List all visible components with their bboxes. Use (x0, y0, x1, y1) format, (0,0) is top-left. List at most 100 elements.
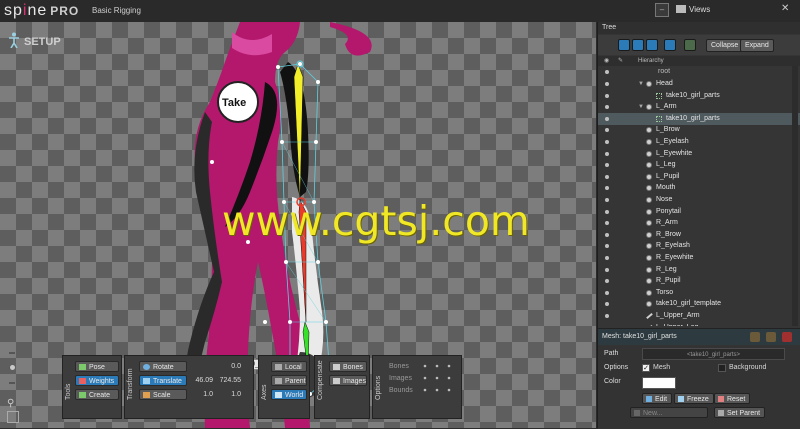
tree-row-bone[interactable]: ▼Head (598, 78, 800, 90)
scale-y-value[interactable]: 1.0 (221, 391, 241, 398)
show-bones-icon[interactable] (618, 39, 630, 51)
parent-axes-button[interactable]: Parent (271, 375, 307, 386)
tree-row-bone[interactable]: R_Brow (598, 229, 800, 241)
path-field[interactable]: <take10_girl_parts> (642, 348, 785, 360)
translate-button[interactable]: Translate (139, 375, 187, 386)
tree-row-bone[interactable]: R_Pupil (598, 275, 800, 287)
tree-row-bone[interactable]: Torso (598, 287, 800, 299)
tree-row-bone[interactable]: R_Eyewhite (598, 252, 800, 264)
tree-row-bone[interactable]: Nose (598, 194, 800, 206)
visibility-dot[interactable] (605, 82, 609, 86)
tree-row-bone[interactable]: R_Arm (598, 217, 800, 229)
filter-icon[interactable] (684, 39, 696, 51)
scale-button[interactable]: Scale (139, 389, 187, 400)
visibility-dot[interactable] (605, 256, 609, 260)
visibility-dot[interactable] (605, 94, 609, 98)
bone-icon (646, 301, 652, 307)
set-parent-button[interactable]: Set Parent (714, 407, 765, 418)
new-button[interactable]: New... (630, 407, 708, 418)
rotate-value[interactable]: 0.0 (221, 363, 241, 370)
tree-row-bone[interactable]: Ponytail (598, 206, 800, 218)
weights-button[interactable]: Weights (75, 375, 119, 386)
tree-row-bone[interactable]: R_Eyelash (598, 240, 800, 252)
tree-row-root[interactable]: root (598, 66, 800, 78)
visibility-dot[interactable] (605, 244, 609, 248)
translate-y-value[interactable]: 724.55 (215, 377, 241, 384)
expand-button[interactable]: Expand (740, 39, 774, 52)
tree-row-bone[interactable]: Mouth (598, 182, 800, 194)
rotate-button[interactable]: Rotate (139, 361, 187, 372)
zoom-icon[interactable]: ⚲ (7, 398, 14, 409)
visibility-dot[interactable] (605, 233, 609, 237)
tree-row-bone[interactable]: L_Upper_Arm (598, 310, 800, 322)
freeze-button[interactable]: Freeze (674, 393, 714, 404)
options-grid[interactable] (419, 359, 459, 399)
fit-view-icon[interactable] (7, 411, 19, 423)
compensate-images-button[interactable]: Images (329, 375, 367, 386)
close-icon[interactable]: ✕ (781, 4, 791, 14)
visibility-dot[interactable] (605, 210, 609, 214)
collapse-button[interactable]: Collapse (706, 39, 743, 52)
show-attachments-icon[interactable] (646, 39, 658, 51)
mesh-settings-icon[interactable] (750, 332, 760, 342)
expand-arrow-icon[interactable]: ▼ (638, 101, 644, 113)
tree-row-bone[interactable]: L_Upper_Leg (598, 322, 800, 326)
show-constraints-icon[interactable] (664, 39, 676, 51)
views-button[interactable]: Views (672, 3, 714, 17)
bone-icon (646, 209, 652, 215)
visibility-dot[interactable] (605, 128, 609, 132)
compensate-bones-button[interactable]: Bones (329, 361, 367, 372)
tree-row-label: Mouth (656, 182, 675, 194)
visibility-dot[interactable] (605, 221, 609, 225)
bone-icon (646, 81, 652, 87)
visibility-dot[interactable] (605, 105, 609, 109)
reset-button[interactable]: Reset (714, 393, 750, 404)
visibility-dot[interactable] (605, 140, 609, 144)
tree-scrollbar[interactable] (792, 66, 798, 326)
local-axes-button[interactable]: Local (271, 361, 307, 372)
bone-icon (646, 162, 652, 168)
zoom-slider-knob[interactable] (10, 365, 15, 370)
tree-list: root ▼Headtake10_girl_parts▼L_Armtake10_… (598, 66, 800, 326)
visibility-dot[interactable] (605, 163, 609, 167)
mesh-delete-icon[interactable] (782, 332, 792, 342)
tree-row-bone[interactable]: L_Brow (598, 124, 800, 136)
mesh-checkbox[interactable]: ✓ (642, 364, 650, 372)
tree-row-attachment[interactable]: take10_girl_parts (598, 113, 800, 125)
visibility-dot[interactable] (605, 291, 609, 295)
tree-row-bone[interactable]: L_Eyewhite (598, 148, 800, 160)
visibility-dot[interactable] (605, 302, 609, 306)
color-swatch[interactable] (642, 377, 676, 389)
visibility-dot[interactable] (605, 314, 609, 318)
show-slots-icon[interactable] (632, 39, 644, 51)
scale-x-value[interactable]: 1.0 (193, 391, 213, 398)
minimize-button[interactable]: – (655, 3, 669, 17)
visibility-dot[interactable] (605, 152, 609, 156)
tree-row-bone[interactable]: L_Eyelash (598, 136, 800, 148)
visibility-dot[interactable] (605, 198, 609, 202)
expand-arrow-icon[interactable]: ▼ (638, 78, 644, 90)
tree-row-bone[interactable]: L_Pupil (598, 171, 800, 183)
tree-row-bone[interactable]: R_Leg (598, 264, 800, 276)
setup-figure-icon (8, 32, 20, 48)
visibility-dot[interactable] (605, 175, 609, 179)
visibility-dot[interactable] (605, 70, 609, 74)
translate-x-value[interactable]: 46.09 (189, 377, 213, 384)
background-checkbox[interactable] (718, 364, 726, 372)
visibility-dot[interactable] (605, 117, 609, 121)
tree-row-attachment[interactable]: take10_girl_parts (598, 90, 800, 102)
create-button[interactable]: Create (75, 389, 119, 400)
edit-mesh-button[interactable]: Edit (642, 393, 672, 404)
tree-row-label: Ponytail (656, 206, 681, 218)
visibility-dot[interactable] (605, 268, 609, 272)
mesh-duplicate-icon[interactable] (766, 332, 776, 342)
tree-row-bone[interactable]: ▼L_Arm (598, 101, 800, 113)
tree-row-bone[interactable]: take10_girl_template (598, 298, 800, 310)
visibility-dot[interactable] (605, 186, 609, 190)
mesh-icon (656, 116, 662, 122)
options-bones-label: Bones (389, 363, 409, 370)
pose-button[interactable]: Pose (75, 361, 119, 372)
world-axes-button[interactable]: World (271, 389, 307, 400)
tree-row-bone[interactable]: L_Leg (598, 159, 800, 171)
visibility-dot[interactable] (605, 279, 609, 283)
